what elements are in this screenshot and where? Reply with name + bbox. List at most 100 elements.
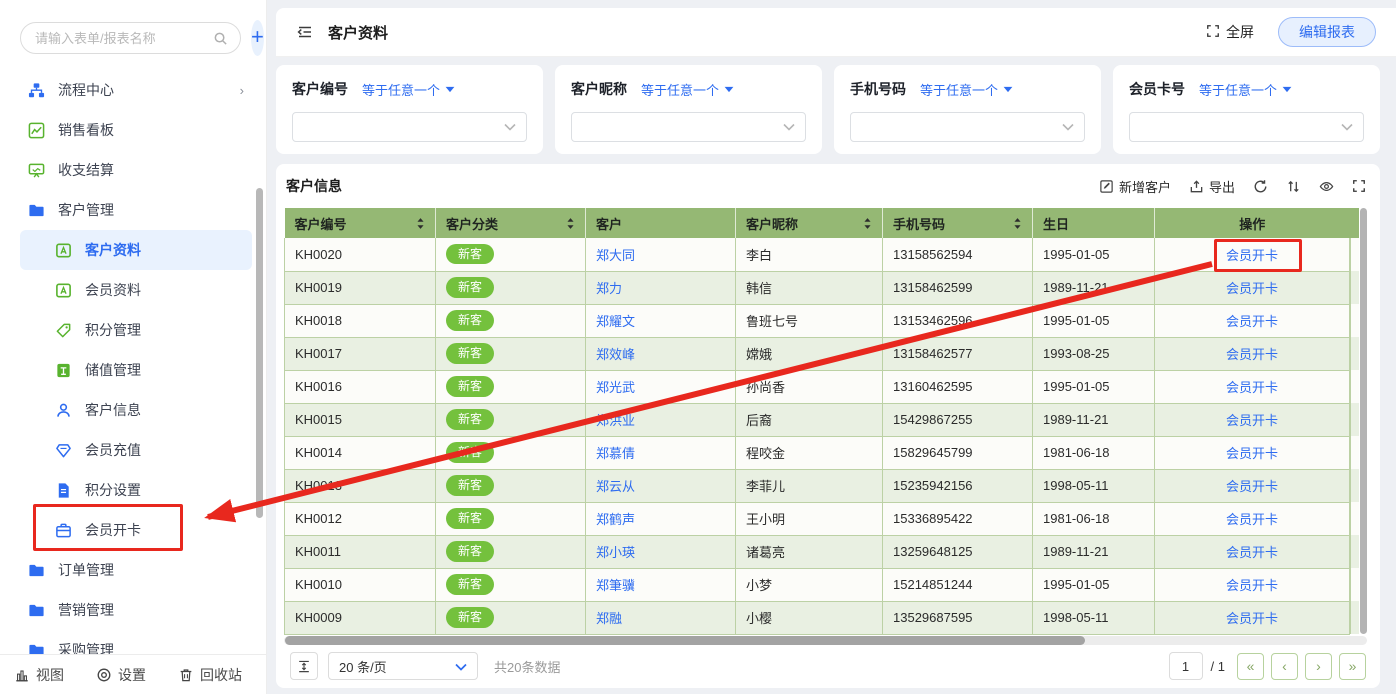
customer-link[interactable]: 郑大同 bbox=[596, 248, 635, 263]
sidebar-footer-settings[interactable]: 设置 bbox=[96, 665, 146, 685]
sidebar-item-marketing-management[interactable]: 营销管理 bbox=[20, 590, 252, 630]
customer-link[interactable]: 郑耀文 bbox=[596, 314, 635, 329]
filter-value-select[interactable] bbox=[850, 112, 1085, 142]
filter-card-customer-code: 客户编号等于任意一个 bbox=[276, 65, 543, 154]
caret-down-icon bbox=[1003, 86, 1013, 93]
visibility-button[interactable] bbox=[1319, 179, 1334, 194]
collapse-sidebar-icon[interactable] bbox=[296, 23, 314, 41]
filter-value-select[interactable] bbox=[1129, 112, 1364, 142]
cell-category: 新客 bbox=[436, 403, 586, 436]
table-body: KH0020新客郑大同李白131585625941995-01-05会员开卡KH… bbox=[285, 238, 1350, 634]
total-count-label: 共20条数据 bbox=[494, 657, 560, 676]
add-customer-button[interactable]: 新增客户 bbox=[1099, 177, 1171, 196]
customer-link[interactable]: 郑力 bbox=[596, 281, 622, 296]
folder-icon bbox=[28, 602, 45, 619]
sort-caret-icon[interactable] bbox=[566, 217, 575, 230]
page-size-select[interactable]: 20 条/页 bbox=[328, 652, 478, 680]
member-card-action-link[interactable]: 会员开卡 bbox=[1226, 611, 1278, 626]
sidebar-item-customer-profile[interactable]: 客户资料 bbox=[20, 230, 252, 270]
filter-value-select[interactable] bbox=[292, 112, 527, 142]
sidebar-item-stored-value-management[interactable]: 储值管理 bbox=[20, 350, 252, 390]
sidebar-footer-views[interactable]: 视图 bbox=[14, 665, 64, 685]
member-card-action-link[interactable]: 会员开卡 bbox=[1226, 578, 1278, 593]
column-header-customer-category[interactable]: 客户分类 bbox=[436, 208, 586, 238]
column-header-phone[interactable]: 手机号码 bbox=[883, 208, 1033, 238]
member-card-action-link[interactable]: 会员开卡 bbox=[1226, 380, 1278, 395]
tag-icon bbox=[55, 322, 72, 339]
filter-operator-dropdown[interactable]: 等于任意一个 bbox=[362, 80, 455, 99]
cell-category: 新客 bbox=[436, 535, 586, 568]
table-row: KH0020新客郑大同李白131585625941995-01-05会员开卡 bbox=[285, 238, 1350, 271]
export-button[interactable]: 导出 bbox=[1189, 177, 1235, 196]
table-header-row: 客户编号客户分类客户客户昵称手机号码生日操作 bbox=[285, 208, 1350, 238]
cell-birthday: 1989-11-21 bbox=[1033, 271, 1155, 304]
chevron-down-icon bbox=[455, 659, 467, 674]
prev-page-button[interactable]: ‹ bbox=[1271, 653, 1298, 680]
member-card-action-link[interactable]: 会员开卡 bbox=[1226, 281, 1278, 296]
customer-link[interactable]: 郑光武 bbox=[596, 380, 635, 395]
fullscreen-button[interactable] bbox=[1352, 179, 1366, 193]
sidebar-item-income-expense[interactable]: 收支结算 bbox=[20, 150, 252, 190]
customer-link[interactable]: 郑鹤声 bbox=[596, 512, 635, 527]
sidebar-item-points-settings[interactable]: 积分设置 bbox=[20, 470, 252, 510]
category-badge: 新客 bbox=[446, 442, 494, 462]
customer-link[interactable]: 郑效峰 bbox=[596, 347, 635, 362]
column-header-customer-code[interactable]: 客户编号 bbox=[285, 208, 436, 238]
next-page-button[interactable]: › bbox=[1305, 653, 1332, 680]
customer-link[interactable]: 郑云从 bbox=[596, 479, 635, 494]
customer-link[interactable]: 郑洪业 bbox=[596, 413, 635, 428]
first-page-button[interactable]: « bbox=[1237, 653, 1264, 680]
search-input[interactable] bbox=[33, 30, 213, 47]
sidebar-item-customer-info[interactable]: 客户信息 bbox=[20, 390, 252, 430]
sidebar-item-points-management[interactable]: 积分管理 bbox=[20, 310, 252, 350]
sidebar-item-sales-dashboard[interactable]: 销售看板 bbox=[20, 110, 252, 150]
member-card-action-link[interactable]: 会员开卡 bbox=[1226, 347, 1278, 362]
sidebar-item-process-center[interactable]: 流程中心› bbox=[20, 70, 252, 110]
filter-label: 会员卡号 bbox=[1129, 79, 1185, 99]
cell-action: 会员开卡 bbox=[1155, 568, 1350, 601]
sort-caret-icon[interactable] bbox=[416, 217, 425, 230]
sidebar-search-row: + bbox=[0, 0, 266, 62]
sidebar-item-customer-management[interactable]: 客户管理 bbox=[20, 190, 252, 230]
customer-link[interactable]: 郑筆骥 bbox=[596, 578, 635, 593]
page-number-input[interactable] bbox=[1169, 652, 1203, 680]
row-height-button[interactable] bbox=[290, 652, 318, 680]
member-card-action-link[interactable]: 会员开卡 bbox=[1226, 248, 1278, 263]
filter-value-select[interactable] bbox=[571, 112, 806, 142]
member-card-action-link[interactable]: 会员开卡 bbox=[1226, 545, 1278, 560]
sidebar-item-member-card-opening[interactable]: 会员开卡 bbox=[20, 510, 252, 550]
refresh-button[interactable] bbox=[1253, 179, 1268, 194]
customer-link[interactable]: 郑小瑛 bbox=[596, 545, 635, 560]
column-header-customer-nickname[interactable]: 客户昵称 bbox=[736, 208, 883, 238]
sort-caret-icon[interactable] bbox=[863, 217, 872, 230]
member-card-action-link[interactable]: 会员开卡 bbox=[1226, 512, 1278, 527]
sidebar-item-member-profile[interactable]: 会员资料 bbox=[20, 270, 252, 310]
member-card-action-link[interactable]: 会员开卡 bbox=[1226, 446, 1278, 461]
filter-operator-dropdown[interactable]: 等于任意一个 bbox=[920, 80, 1013, 99]
filter-operator-dropdown[interactable]: 等于任意一个 bbox=[641, 80, 734, 99]
category-badge: 新客 bbox=[446, 376, 494, 396]
table-vertical-scrollbar[interactable] bbox=[1359, 208, 1368, 635]
member-card-action-link[interactable]: 会员开卡 bbox=[1226, 479, 1278, 494]
member-card-action-link[interactable]: 会员开卡 bbox=[1226, 413, 1278, 428]
customer-link[interactable]: 郑慕倩 bbox=[596, 446, 635, 461]
sidebar-item-member-recharge[interactable]: 会员充值 bbox=[20, 430, 252, 470]
table-card: 客户信息 新增客户导出 客户编号客户分类客户客户昵称手机号码生日操作 KH002… bbox=[276, 164, 1380, 688]
fullscreen-button[interactable]: 全屏 bbox=[1206, 22, 1254, 42]
edit-report-button[interactable]: 编辑报表 bbox=[1278, 17, 1376, 47]
refresh-icon bbox=[1253, 179, 1268, 194]
customer-link[interactable]: 郑融 bbox=[596, 611, 622, 626]
cell-nickname: 韩信 bbox=[736, 271, 883, 304]
member-card-action-link[interactable]: 会员开卡 bbox=[1226, 314, 1278, 329]
last-page-button[interactable]: » bbox=[1339, 653, 1366, 680]
table-horizontal-scrollbar[interactable] bbox=[284, 636, 1367, 645]
sidebar-footer-recycle-bin[interactable]: 回收站 bbox=[178, 665, 242, 685]
add-form-button[interactable]: + bbox=[251, 20, 264, 56]
filter-operator-dropdown[interactable]: 等于任意一个 bbox=[1199, 80, 1292, 99]
sort-caret-icon[interactable] bbox=[1013, 217, 1022, 230]
folder-icon bbox=[28, 202, 45, 219]
sidebar-scrollbar[interactable] bbox=[256, 188, 263, 518]
search-box[interactable] bbox=[20, 22, 241, 54]
sidebar-item-order-management[interactable]: 订单管理 bbox=[20, 550, 252, 590]
sort-button[interactable] bbox=[1286, 179, 1301, 194]
